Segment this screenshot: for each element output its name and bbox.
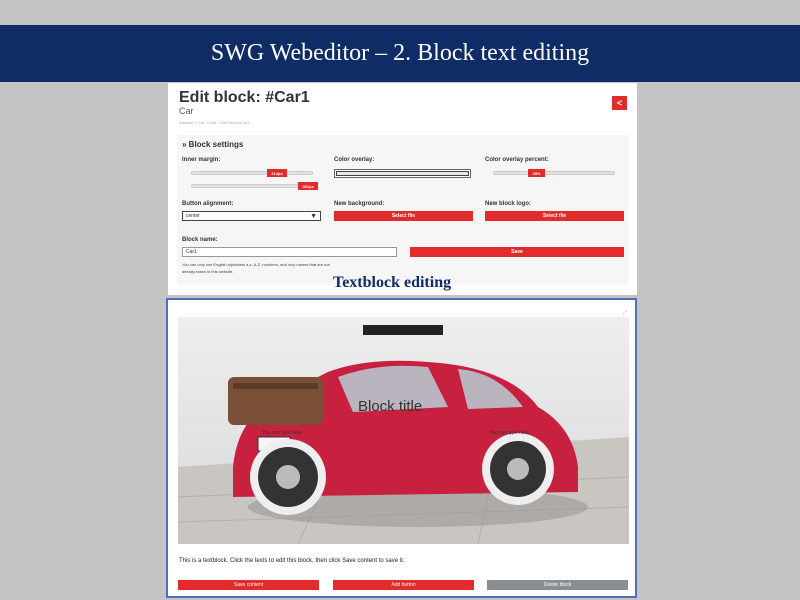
- color-overlay-picker[interactable]: [334, 169, 471, 178]
- back-button[interactable]: <: [612, 96, 627, 110]
- slide-title: SWG Webeditor – 2. Block text editing: [210, 40, 590, 66]
- block-settings: » Block settings Inner margin: 214px 391…: [177, 135, 629, 285]
- caret-down-icon: ▼: [310, 212, 317, 220]
- inner-margin-handle-2[interactable]: 391px: [298, 182, 318, 190]
- textblock-editor: ⤢ Block title You can type here You can …: [166, 298, 637, 598]
- block-settings-heading: » Block settings: [182, 140, 244, 149]
- editable-text-left[interactable]: You can type here: [262, 430, 302, 436]
- edit-block-panel: Edit block: #Car1 Car < Website > Car > …: [168, 83, 637, 295]
- textblock-description[interactable]: This is a textblock. Click the texts to …: [179, 558, 404, 564]
- overlay-percent-slider[interactable]: [493, 171, 615, 175]
- overlay-percent-handle[interactable]: 35%: [528, 169, 545, 177]
- inner-margin-slider-2[interactable]: [191, 184, 313, 188]
- editable-text-right[interactable]: You can type here: [489, 430, 529, 436]
- block-title-text[interactable]: Block title: [358, 398, 422, 415]
- button-alignment-value: center: [186, 213, 200, 219]
- block-name-input[interactable]: Car1: [182, 247, 397, 257]
- car-photo: [178, 317, 629, 544]
- button-alignment-label: Button alignment:: [182, 201, 234, 207]
- section-caption: Textblock editing: [333, 274, 452, 291]
- add-button-button[interactable]: Add button: [333, 580, 474, 590]
- resize-icon[interactable]: ⤢: [623, 310, 627, 316]
- inner-margin-slider-1[interactable]: [191, 171, 313, 175]
- overlay-percent-label: Color overlay percent:: [485, 157, 549, 163]
- page-title: Edit block: #Car1: [179, 89, 310, 106]
- inner-margin-label: Inner margin:: [182, 157, 221, 163]
- button-alignment-select[interactable]: center ▼: [182, 211, 321, 221]
- save-button[interactable]: Save: [410, 247, 624, 257]
- block-name-label: Block name:: [182, 237, 218, 243]
- breadcrumb: Website > Car > Edit > Edit block #Car1: [179, 120, 250, 125]
- new-logo-label: New block logo:: [485, 201, 532, 207]
- color-overlay-label: Color overlay:: [334, 157, 375, 163]
- delete-block-button[interactable]: Delete block: [487, 580, 628, 590]
- save-content-button[interactable]: Save content: [178, 580, 319, 590]
- select-logo-button[interactable]: Select file: [485, 211, 624, 221]
- block-background-image: Block title You can type here You can ty…: [178, 317, 629, 544]
- new-background-label: New background:: [334, 201, 385, 207]
- page-subtitle: Car: [179, 106, 194, 116]
- slide-banner: SWG Webeditor – 2. Block text editing: [0, 25, 800, 82]
- select-background-button[interactable]: Select file: [334, 211, 473, 221]
- block-name-hint: You can only use English alphabets a-z, …: [182, 262, 330, 274]
- inner-margin-handle-1[interactable]: 214px: [267, 169, 287, 177]
